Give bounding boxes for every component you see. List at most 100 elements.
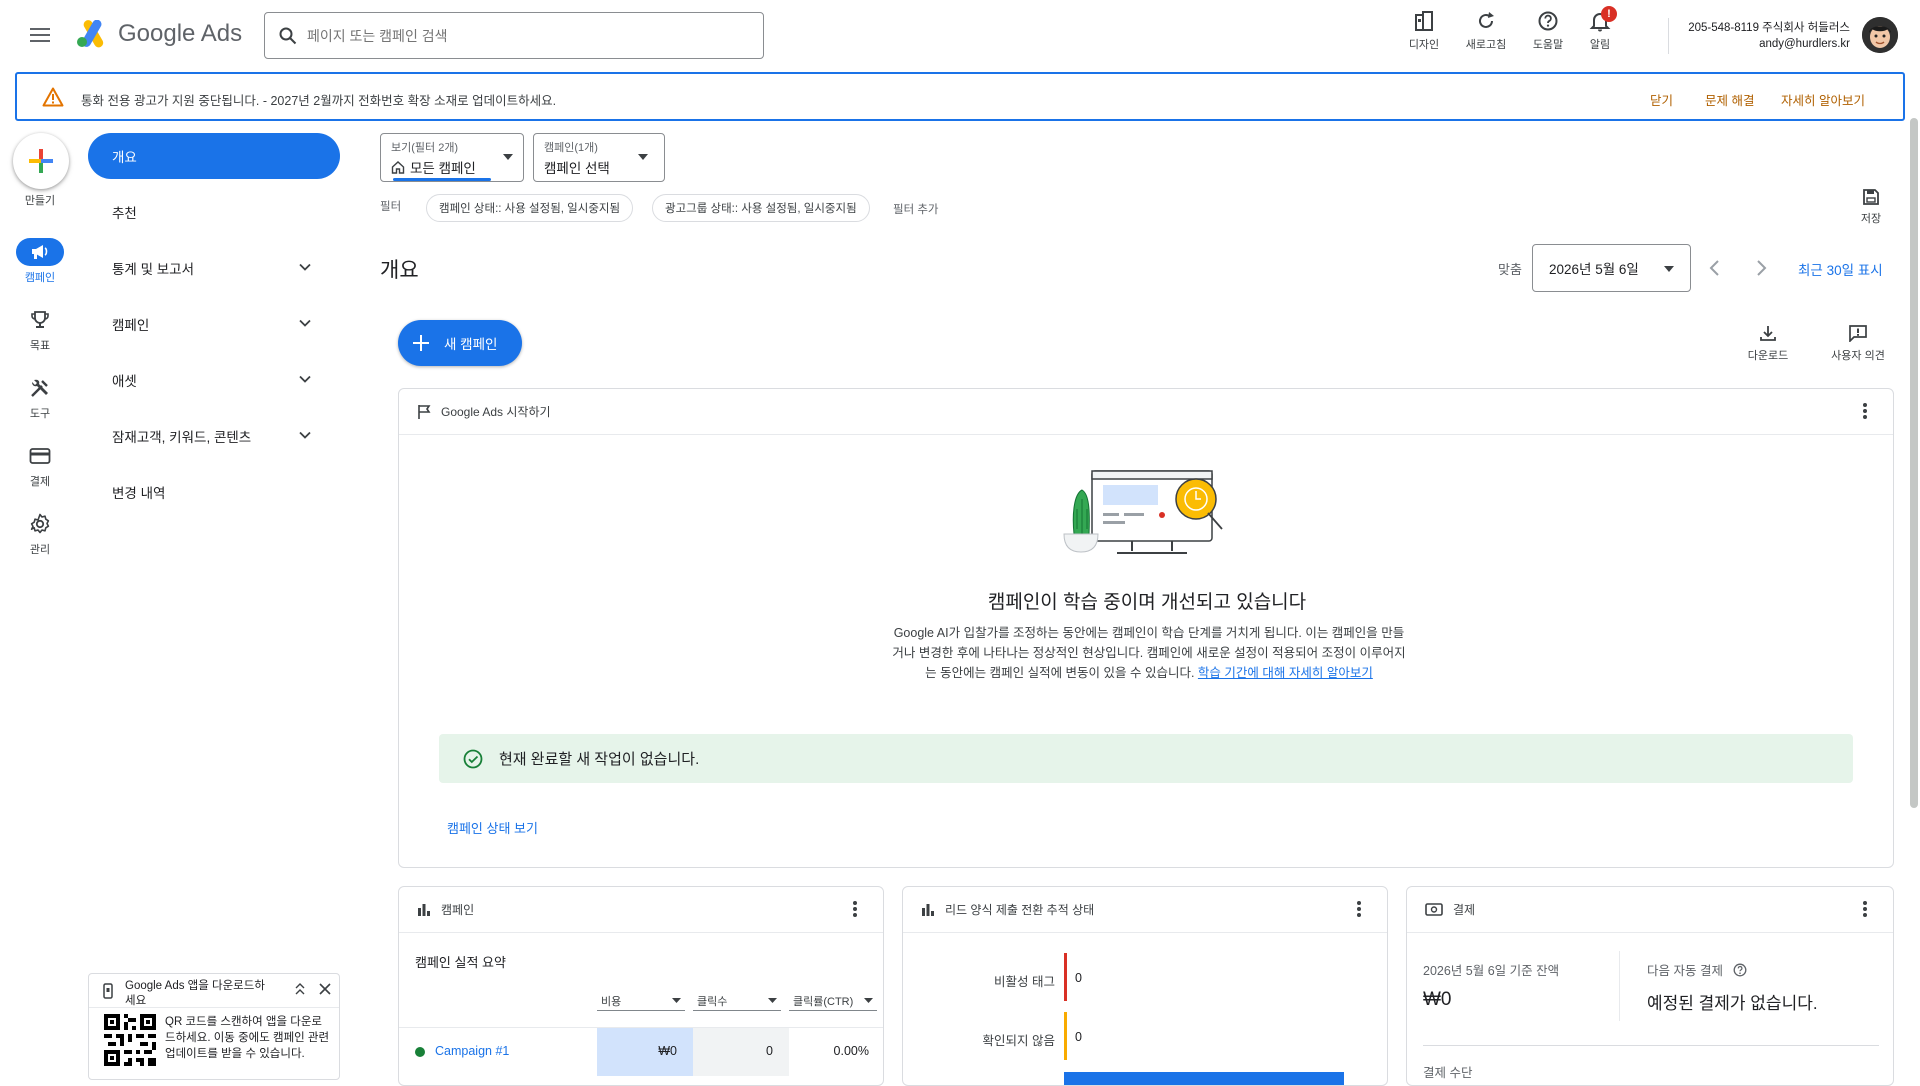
design-button[interactable]: 디자인 — [1394, 10, 1454, 52]
rail-label-admin: 관리 — [29, 544, 51, 556]
more-vert-icon[interactable] — [853, 901, 857, 917]
rail-label-tools: 도구 — [29, 408, 51, 420]
learning-illustration — [1063, 470, 1223, 554]
nav-item-change-history[interactable]: 변경 내역 — [88, 469, 340, 515]
nav-item-assets[interactable]: 애셋 — [88, 357, 340, 403]
filter-chip-campaign-status[interactable]: 캠페인 상태:: 사용 설정됨, 일시중지됨 — [426, 194, 634, 222]
no-tasks-text: 현재 완료할 새 작업이 없습니다. — [499, 751, 700, 768]
chevron-down-icon — [299, 375, 311, 383]
refresh-button[interactable]: 새로고침 — [1456, 10, 1516, 52]
nav-label-campaigns: 캠페인 — [112, 318, 150, 333]
save-view-button[interactable]: 저장 — [1846, 188, 1896, 226]
filter-label: 필터 — [380, 201, 402, 213]
nav-item-audiences[interactable]: 잠재고객, 키워드, 콘텐츠 — [88, 413, 340, 459]
column-header-cost[interactable]: 비용 — [597, 993, 685, 1011]
column-header-ctr-label: 클릭률(CTR) — [793, 996, 854, 1008]
chevron-left-icon[interactable] — [1708, 259, 1720, 277]
create-button[interactable] — [13, 133, 69, 189]
search-input[interactable] — [307, 27, 727, 44]
date-range-selector[interactable]: 2026년 5월 6일 — [1532, 244, 1691, 292]
unverified-value: 0 — [1075, 1030, 1082, 1044]
filter-chip-adgroup-status[interactable]: 광고그룹 상태:: 사용 설정됨, 일시중지됨 — [652, 194, 870, 222]
banner-fix-link[interactable]: 문제 해결 — [1705, 90, 1754, 109]
campaign-card-title: 캠페인 — [441, 903, 475, 917]
refresh-label: 새로고침 — [1465, 39, 1507, 51]
nav-label-change-history: 변경 내역 — [112, 486, 166, 501]
rail-item-admin[interactable]: 관리 — [10, 510, 70, 557]
rail-item-campaigns[interactable]: 캠페인 — [10, 238, 70, 285]
app-name: Google Ads — [118, 20, 243, 47]
help-icon[interactable] — [1733, 963, 1747, 977]
promo-title: Google Ads 앱을 다운로드하세요 — [125, 980, 265, 1007]
add-filter-link[interactable]: 필터 추가 — [893, 201, 939, 217]
rail-label-billing: 결제 — [29, 476, 51, 488]
nav-label-insights-reports: 통계 및 보고서 — [112, 262, 195, 277]
search-box[interactable] — [264, 12, 764, 59]
collapse-chevrons-icon[interactable] — [294, 983, 306, 995]
nav-item-campaigns[interactable]: 캠페인 — [88, 301, 340, 347]
account-email: andy@hurdlers.kr — [1759, 38, 1850, 50]
credit-card-icon — [29, 448, 51, 464]
rail-item-billing[interactable]: 결제 — [10, 442, 70, 489]
column-header-clicks[interactable]: 클릭수 — [693, 993, 781, 1011]
status-dot-icon — [415, 1047, 425, 1057]
page-scrollbar[interactable] — [1910, 118, 1918, 808]
billing-divider — [1619, 951, 1620, 1021]
show-last-30-days-link[interactable]: 최근 30일 표시 — [1798, 259, 1883, 279]
new-campaign-button[interactable]: 새 캠페인 — [398, 320, 522, 366]
dropdown-arrow-icon — [503, 154, 513, 160]
view-selector[interactable]: 보기(필터 2개) 모든 캠페인 — [380, 133, 524, 182]
no-tasks-notice: 현재 완료할 새 작업이 없습니다. — [439, 734, 1853, 783]
download-icon — [1760, 326, 1776, 341]
more-vert-icon[interactable] — [1863, 403, 1867, 419]
help-icon — [1538, 11, 1558, 31]
view-selector-underline — [393, 178, 491, 181]
notification-badge: ! — [1601, 6, 1617, 22]
google-ads-logo[interactable]: Google Ads — [76, 20, 242, 48]
nav-item-recommendations[interactable]: 추천 — [88, 189, 340, 235]
warning-icon — [42, 87, 64, 107]
campaign-name-link[interactable]: Campaign #1 — [435, 1044, 509, 1058]
view-campaign-status-link[interactable]: 캠페인 상태 보기 — [447, 818, 538, 837]
feedback-button[interactable]: 사용자 의견 — [1823, 324, 1893, 363]
chevron-right-icon[interactable] — [1756, 259, 1768, 277]
main-menu-button[interactable] — [20, 20, 60, 50]
nav-item-insights-reports[interactable]: 통계 및 보고서 — [88, 245, 340, 291]
rail-label-goals: 목표 — [29, 340, 51, 352]
feedback-label: 사용자 의견 — [1831, 350, 1885, 362]
nav-item-overview[interactable]: 개요 — [88, 133, 340, 179]
banner-close-link[interactable]: 닫기 — [1650, 90, 1673, 109]
next-payment-label: 다음 자동 결제 — [1647, 964, 1723, 978]
rail-item-tools[interactable]: 도구 — [10, 374, 70, 421]
tools-icon — [31, 379, 48, 397]
table-row[interactable]: Campaign #1 ₩0 0 0.00% — [399, 1027, 883, 1076]
cell-clicks: 0 — [693, 1028, 789, 1076]
avatar[interactable] — [1862, 17, 1898, 53]
plus-icon — [29, 149, 53, 173]
download-button[interactable]: 다운로드 — [1738, 324, 1798, 363]
billing-card: 결제 2026년 5월 6일 기준 잔액 ₩0 다음 자동 결제 예정된 결제가… — [1406, 886, 1894, 1086]
hamburger-icon — [30, 28, 50, 42]
lead-form-tracking-card: 리드 양식 제출 전환 추적 상태 비활성 태그 0 확인되지 않음 0 — [902, 886, 1388, 1086]
close-icon[interactable] — [319, 983, 331, 995]
banner-text: 통화 전용 광고가 지원 중단됩니다. - 2027년 2월까지 전화번호 확장… — [81, 94, 557, 108]
rail-pill-admin — [16, 510, 64, 538]
account-id: 205-548-8119 주식회사 허들러스 — [1688, 22, 1850, 34]
account-info[interactable]: 205-548-8119 주식회사 허들러스 andy@hurdlers.kr — [1670, 20, 1850, 52]
column-header-ctr[interactable]: 클릭률(CTR) — [789, 993, 877, 1011]
help-button[interactable]: 도움말 — [1518, 10, 1578, 52]
banner-learn-more-link[interactable]: 자세히 알아보기 — [1781, 90, 1865, 109]
app-download-promo: Google Ads 앱을 다운로드하세요 QR 코드를 스캔하여 앱을 다운로… — [88, 973, 340, 1080]
billing-card-header: 결제 — [1407, 887, 1893, 933]
search-icon — [279, 27, 297, 44]
rail-item-goals[interactable]: 목표 — [10, 306, 70, 353]
more-vert-icon[interactable] — [1357, 901, 1361, 917]
more-vert-icon[interactable] — [1863, 901, 1867, 917]
rail-label-campaigns: 캠페인 — [24, 272, 56, 284]
billing-row-divider — [1423, 1045, 1879, 1046]
gear-icon — [30, 513, 50, 534]
create-label: 만들기 — [24, 195, 56, 207]
learning-period-link[interactable]: 학습 기간에 대해 자세히 알아보기 — [1198, 666, 1373, 680]
notifications-button[interactable]: 알림 — [1570, 10, 1630, 52]
campaign-selector[interactable]: 캠페인(1개) 캠페인 선택 — [533, 133, 665, 182]
